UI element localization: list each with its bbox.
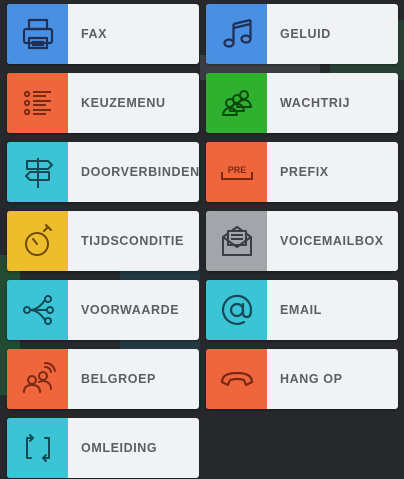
block-label: TIJDSCONDITIE (81, 234, 184, 248)
block-omleiding[interactable]: OMLEIDING (7, 418, 199, 478)
block-label: WACHTRIJ (280, 96, 351, 110)
block-label: VOORWAARDE (81, 303, 180, 317)
block-label: PREFIX (280, 165, 329, 179)
block-label: GELUID (280, 27, 331, 41)
block-label: OMLEIDING (81, 441, 158, 455)
block-fax[interactable]: FAX (7, 4, 199, 64)
block-belgroep[interactable]: BELGROEP (7, 349, 199, 409)
block-voicemailbox[interactable]: VOICEMAILBOX (206, 211, 398, 271)
group-call-icon (7, 349, 68, 409)
block-wachtrij[interactable]: WACHTRIJ (206, 73, 398, 133)
block-hang-op[interactable]: HANG OP (206, 349, 398, 409)
block-doorverbinden[interactable]: DOORVERBINDEN (7, 142, 199, 202)
block-voorwaarde[interactable]: VOORWAARDE (7, 280, 199, 340)
block-email[interactable]: EMAIL (206, 280, 398, 340)
block-label: BELGROEP (81, 372, 156, 386)
fax-icon (7, 4, 68, 64)
block-label: HANG OP (280, 372, 343, 386)
block-label: KEUZEMENU (81, 96, 166, 110)
redirect-icon (7, 418, 68, 478)
branch-icon (7, 280, 68, 340)
prefix-badge-text: PRE (227, 165, 246, 175)
block-label: EMAIL (280, 303, 322, 317)
block-label: DOORVERBINDEN (81, 165, 199, 179)
stopwatch-icon (7, 211, 68, 271)
hang-up-icon (206, 349, 267, 409)
block-keuzemenu[interactable]: KEUZEMENU (7, 73, 199, 133)
block-label: FAX (81, 27, 108, 41)
music-note-icon (206, 4, 267, 64)
signpost-icon (7, 142, 68, 202)
prefix-icon: PRE (206, 142, 267, 202)
at-sign-icon (206, 280, 267, 340)
checklist-icon (7, 73, 68, 133)
queue-people-icon (206, 73, 267, 133)
voicemail-envelope-icon (206, 211, 267, 271)
block-label: VOICEMAILBOX (280, 234, 384, 248)
block-geluid[interactable]: GELUID (206, 4, 398, 64)
block-prefix[interactable]: PRE PREFIX (206, 142, 398, 202)
block-tijdsconditie[interactable]: TIJDSCONDITIE (7, 211, 199, 271)
